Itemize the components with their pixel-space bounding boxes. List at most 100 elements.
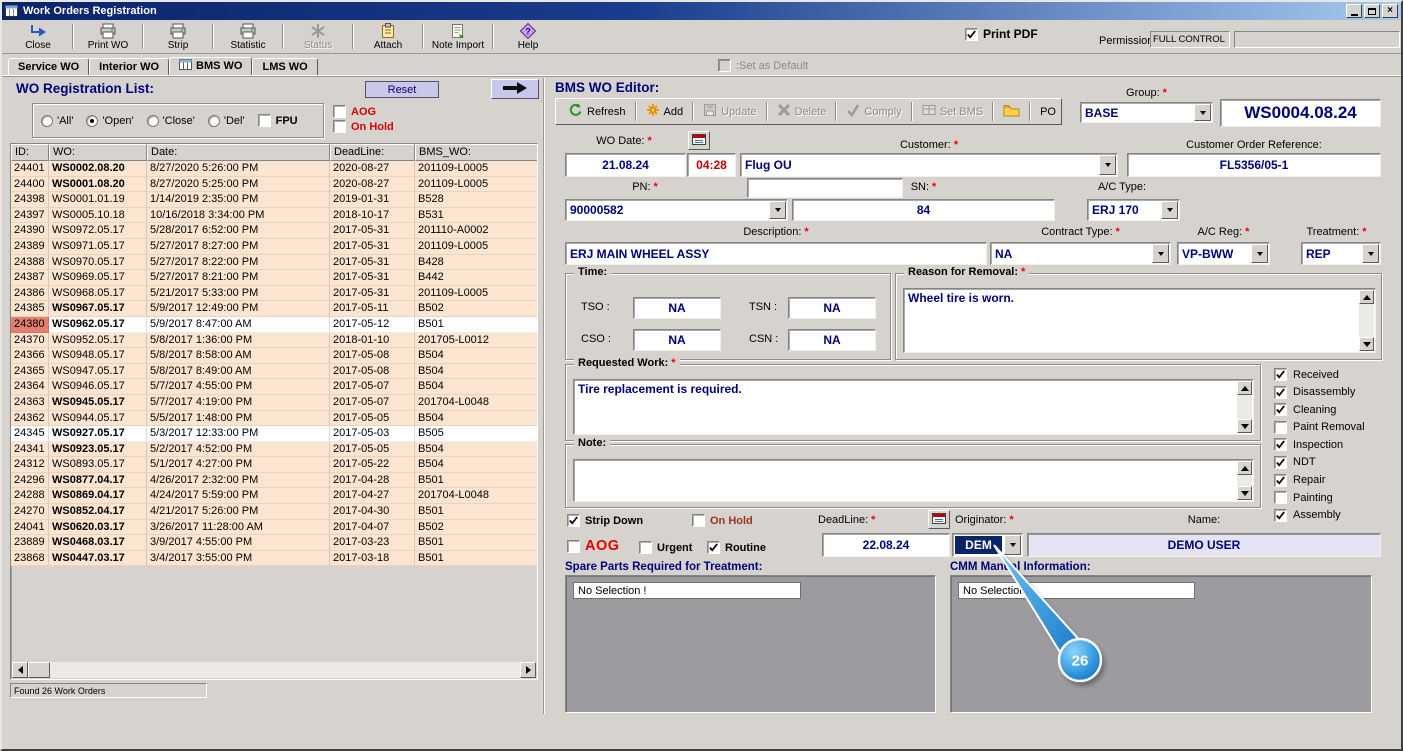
tso-field[interactable]: NA: [633, 297, 721, 319]
chevron-down-icon[interactable]: [1004, 535, 1021, 555]
description-field[interactable]: ERJ MAIN WHEEL ASSY: [565, 242, 987, 265]
table-row[interactable]: 24312 WS0893.05.17 5/1/2017 4:27:00 PM 2017…: [11, 457, 537, 473]
set-as-default-option[interactable]: :Set as Default: [718, 59, 808, 72]
work-checkbox-painting[interactable]: Painting: [1274, 491, 1365, 505]
originator-name-field[interactable]: DEMO USER: [1027, 533, 1381, 557]
work-checkbox-repair[interactable]: Repair: [1274, 473, 1365, 487]
requested-scrollbar[interactable]: [1237, 381, 1252, 433]
routine-checkbox[interactable]: [707, 541, 720, 554]
tab-interior-wo[interactable]: Interior WO: [89, 58, 170, 76]
wo-date-field[interactable]: 21.08.24: [565, 153, 686, 177]
chevron-down-icon[interactable]: [1152, 244, 1169, 263]
originator-select[interactable]: DEM: [952, 533, 1023, 557]
note-scrollbar[interactable]: [1237, 461, 1252, 500]
table-row[interactable]: 24345 WS0927.05.17 5/3/2017 12:33:00 PM 201…: [11, 426, 537, 442]
tsn-field[interactable]: NA: [788, 297, 876, 319]
set-as-default-checkbox[interactable]: [718, 59, 731, 72]
tab-service-wo[interactable]: Service WO: [8, 58, 90, 76]
table-row[interactable]: 24397 WS0005.10.18 10/16/2018 3:34:00 PM 20…: [11, 207, 537, 224]
table-row[interactable]: 24341 WS0923.05.17 5/2/2017 4:52:00 PM 2017…: [11, 441, 537, 458]
work-checkbox-cleaning[interactable]: Cleaning: [1274, 403, 1365, 417]
table-row[interactable]: 24363 WS0945.05.17 5/7/2017 4:19:00 PM 2017…: [11, 394, 537, 411]
reason-textarea[interactable]: Wheel tire is worn.: [903, 288, 1376, 353]
column-header-id[interactable]: ID:: [11, 144, 49, 161]
chevron-down-icon[interactable]: [1362, 244, 1379, 263]
chevron-down-icon[interactable]: [1099, 155, 1116, 175]
ac-type-select[interactable]: ERJ 170: [1087, 199, 1180, 221]
wo-time-field[interactable]: 04:28: [687, 153, 736, 177]
refresh-button[interactable]: Refresh: [562, 101, 632, 122]
transfer-arrow-button[interactable]: [491, 79, 539, 99]
folder-icon-button[interactable]: [997, 102, 1026, 122]
table-row[interactable]: 24364 WS0946.05.17 5/7/2017 4:55:00 PM 2017…: [11, 379, 537, 395]
fpu-checkbox[interactable]: [257, 114, 271, 127]
csn-field[interactable]: NA: [788, 329, 876, 351]
requested-work-textarea[interactable]: Tire replacement is required.: [573, 379, 1254, 435]
table-row[interactable]: 24288 WS0869.04.17 4/24/2017 5:59:00 PM 201…: [11, 488, 537, 505]
scrollbar-track[interactable]: [50, 662, 520, 678]
table-row[interactable]: 24398 WS0001.01.19 1/14/2019 2:35:00 PM 201…: [11, 192, 537, 208]
filter-radio-close[interactable]: 'Close': [146, 114, 195, 127]
deadline-calendar-button[interactable]: [928, 510, 950, 529]
scrollbar-thumb[interactable]: [28, 662, 50, 678]
chevron-down-icon[interactable]: [1161, 201, 1178, 219]
print-wo-button[interactable]: Print WO: [76, 21, 140, 52]
table-row[interactable]: 23889 WS0468.03.17 3/9/2017 4:55:00 PM 2017…: [11, 535, 537, 551]
wo-date-calendar-button[interactable]: [688, 131, 710, 150]
note-import-button[interactable]: Note Import: [426, 21, 490, 52]
table-row[interactable]: 24296 WS0877.04.17 4/26/2017 2:32:00 PM 201…: [11, 472, 537, 489]
on-hold-checkbox[interactable]: [692, 514, 705, 527]
work-checkbox-paint-removal[interactable]: Paint Removal: [1274, 420, 1365, 434]
table-row[interactable]: 24386 WS0968.05.17 5/21/2017 5:33:00 PM 201…: [11, 285, 537, 302]
filter-radio-all[interactable]: 'All': [41, 114, 73, 127]
cso-field[interactable]: NA: [633, 329, 721, 351]
table-row[interactable]: 24400 WS0001.08.20 8/27/2020 5:25:00 PM 202…: [11, 176, 537, 193]
strip-down-flag[interactable]: Strip Down: [567, 514, 643, 527]
table-row[interactable]: 24388 WS0970.05.17 5/27/2017 8:22:00 PM 201…: [11, 254, 537, 271]
scroll-right-button[interactable]: [520, 662, 536, 678]
scroll-down-button[interactable]: [1237, 419, 1252, 433]
attach-button[interactable]: Attach: [356, 21, 420, 52]
treatment-select[interactable]: REP: [1301, 242, 1381, 265]
filter-radio-open[interactable]: 'Open': [86, 114, 134, 127]
column-header-date[interactable]: Date:: [147, 144, 330, 161]
work-checkbox-ndt[interactable]: NDT: [1274, 455, 1365, 469]
scroll-left-button[interactable]: [12, 662, 28, 678]
column-header-deadline[interactable]: DeadLine:: [330, 144, 415, 161]
table-row[interactable]: 24385 WS0967.05.17 5/9/2017 12:49:00 PM 201…: [11, 301, 537, 317]
contract-type-select[interactable]: NA: [990, 242, 1171, 265]
spare-parts-selection[interactable]: No Selection !: [573, 582, 801, 599]
table-row[interactable]: 24390 WS0972.05.17 5/28/2017 6:52:00 PM 201…: [11, 223, 537, 239]
minimize-button[interactable]: [1346, 4, 1362, 18]
scroll-down-button[interactable]: [1359, 337, 1374, 351]
cmm-selection[interactable]: No Selection !: [958, 582, 1195, 599]
horizontal-scrollbar[interactable]: [12, 662, 536, 678]
strip-button[interactable]: Strip: [146, 21, 210, 52]
reset-button[interactable]: Reset: [365, 81, 439, 98]
routine-flag[interactable]: Routine: [707, 541, 766, 554]
po-button[interactable]: PO: [1034, 104, 1062, 120]
wo-number-field[interactable]: WS0004.08.24: [1220, 99, 1381, 127]
work-checkbox-disassembly[interactable]: Disassembly: [1274, 385, 1365, 399]
table-row[interactable]: 24401 WS0002.08.20 8/27/2020 5:26:00 PM 202…: [11, 161, 537, 177]
group-select[interactable]: BASE: [1080, 102, 1213, 123]
aog-checkbox[interactable]: [567, 539, 580, 553]
close-window-button[interactable]: ×: [1382, 4, 1398, 18]
close-button[interactable]: Close: [6, 21, 70, 52]
chevron-down-icon[interactable]: [769, 201, 786, 219]
aog-filter[interactable]: AOG: [333, 105, 376, 118]
tab-bms-wo[interactable]: BMS WO: [169, 57, 253, 76]
aog-filter-checkbox[interactable]: [333, 105, 346, 118]
filter-radio-del[interactable]: 'Del': [207, 114, 245, 127]
scroll-up-button[interactable]: [1359, 290, 1374, 304]
table-row[interactable]: 24366 WS0948.05.17 5/8/2017 8:58:00 AM 2017…: [11, 348, 537, 364]
column-header-bms-wo[interactable]: BMS_WO:: [415, 144, 537, 161]
table-row[interactable]: 24041 WS0620.03.17 3/26/2017 11:28:00 AM 20…: [11, 519, 537, 536]
maximize-button[interactable]: [1364, 4, 1380, 18]
add-button[interactable]: Add: [640, 101, 690, 122]
scroll-down-button[interactable]: [1237, 486, 1252, 500]
pn-select[interactable]: 90000582: [565, 199, 788, 221]
table-row[interactable]: 23868 WS0447.03.17 3/4/2017 3:55:00 PM 2017…: [11, 550, 537, 567]
table-row[interactable]: 24362 WS0944.05.17 5/5/2017 1:48:00 PM 2017…: [11, 410, 537, 427]
column-header-wo[interactable]: WO:: [49, 144, 147, 161]
